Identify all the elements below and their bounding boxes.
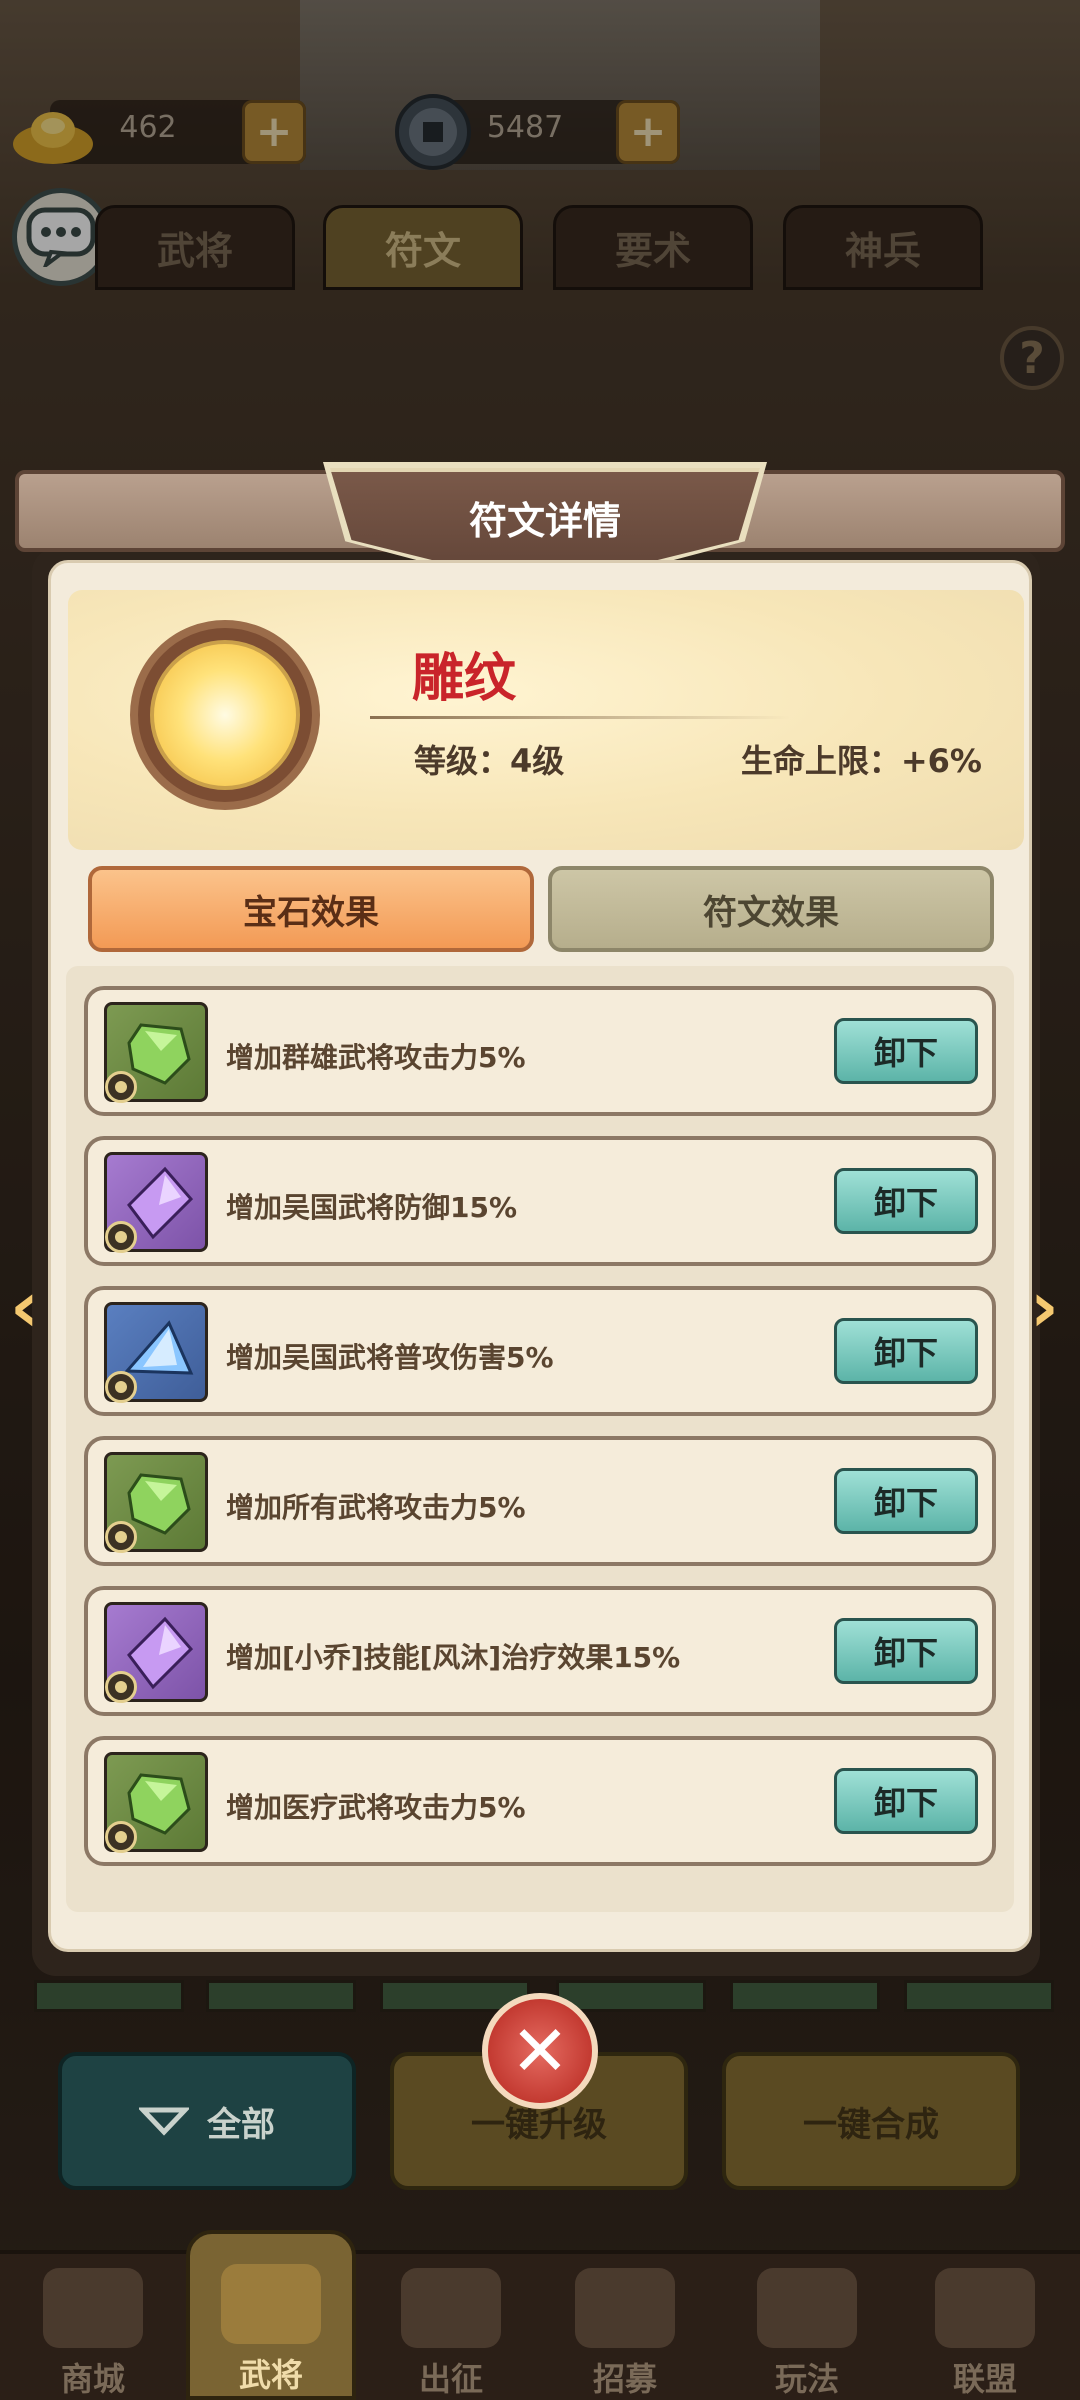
helmet-icon [221, 2264, 321, 2344]
pavilion-icon [757, 2268, 857, 2348]
close-icon: ✕ [510, 2010, 570, 2092]
nav-shop[interactable]: 商城 [8, 2260, 178, 2400]
rune-name: 雕纹 [412, 649, 517, 709]
gem-row: 增加医疗武将攻击力5% 卸下 [84, 1736, 996, 1866]
nav-alliance[interactable]: 联盟 [900, 2260, 1070, 2400]
close-button[interactable]: ✕ [482, 1993, 598, 2109]
nav-label: 商城 [60, 2360, 125, 2398]
tab-gem-effects[interactable]: 宝石效果 [88, 866, 534, 952]
purple-gem-icon [104, 1152, 208, 1253]
filter-all-button[interactable]: 全部 [58, 2052, 356, 2190]
gem-effect-text: 增加群雄武将攻击力5% [226, 1041, 526, 1074]
unload-button[interactable]: 卸下 [834, 1618, 978, 1684]
green-gem-icon [104, 1452, 208, 1553]
green-gem-icon [104, 1752, 208, 1853]
unload-button[interactable]: 卸下 [834, 1018, 978, 1084]
shop-icon [43, 2268, 143, 2348]
nav-expedition[interactable]: 出征 [366, 2260, 536, 2400]
gem-row: 增加[小乔]技能[风沐]治疗效果15% 卸下 [84, 1586, 996, 1716]
rune-swirl-icon [130, 620, 320, 810]
slot [904, 1980, 1054, 2012]
tab-rune-effects[interactable]: 符文效果 [548, 866, 994, 952]
nav-label: 招募 [592, 2360, 657, 2398]
gem-row: 增加吴国武将防御15% 卸下 [84, 1136, 996, 1266]
green-gem-icon [104, 1002, 208, 1103]
gem-effect-text: 增加吴国武将普攻伤害5% [226, 1341, 554, 1374]
gem-row: 增加群雄武将攻击力5% 卸下 [84, 986, 996, 1116]
slot [34, 1980, 184, 2012]
scroll-icon [575, 2268, 675, 2348]
rune-level: 等级：4级 [414, 742, 565, 780]
filter-all-label: 全部 [207, 2104, 275, 2145]
unload-button[interactable]: 卸下 [834, 1318, 978, 1384]
gem-effect-text: 增加医疗武将攻击力5% [226, 1791, 526, 1824]
nav-gameplay[interactable]: 玩法 [722, 2260, 892, 2400]
gem-effect-text: 增加所有武将攻击力5% [226, 1491, 526, 1524]
nav-generals[interactable]: 武将 [186, 2230, 356, 2400]
nav-label: 玩法 [774, 2360, 839, 2398]
gem-row: 增加所有武将攻击力5% 卸下 [84, 1436, 996, 1566]
slot [730, 1980, 880, 2012]
nav-recruit[interactable]: 招募 [540, 2260, 710, 2400]
gem-effect-text: 增加吴国武将防御15% [226, 1191, 518, 1224]
gem-row: 增加吴国武将普攻伤害5% 卸下 [84, 1286, 996, 1416]
purple-gem-icon [104, 1602, 208, 1703]
unload-button[interactable]: 卸下 [834, 1768, 978, 1834]
nav-label: 联盟 [952, 2360, 1017, 2398]
unload-button[interactable]: 卸下 [834, 1168, 978, 1234]
prev-arrow-icon[interactable]: ‹ [10, 1272, 70, 1342]
warrior-icon [401, 2268, 501, 2348]
blue-gem-icon [104, 1302, 208, 1403]
nav-label: 武将 [238, 2356, 303, 2394]
divider [370, 716, 790, 719]
merge-all-button[interactable]: 一键合成 [722, 2052, 1020, 2190]
nav-label: 出征 [418, 2360, 483, 2398]
unload-button[interactable]: 卸下 [834, 1468, 978, 1534]
slot [206, 1980, 356, 2012]
chevron-down-icon [139, 2107, 189, 2136]
gem-effect-text: 增加[小乔]技能[风沐]治疗效果15% [226, 1641, 681, 1674]
rune-stat: 生命上限：+6% [740, 742, 982, 780]
next-arrow-icon[interactable]: › [1030, 1272, 1080, 1342]
flag-icon [935, 2268, 1035, 2348]
modal-title: 符文详情 [468, 499, 621, 543]
